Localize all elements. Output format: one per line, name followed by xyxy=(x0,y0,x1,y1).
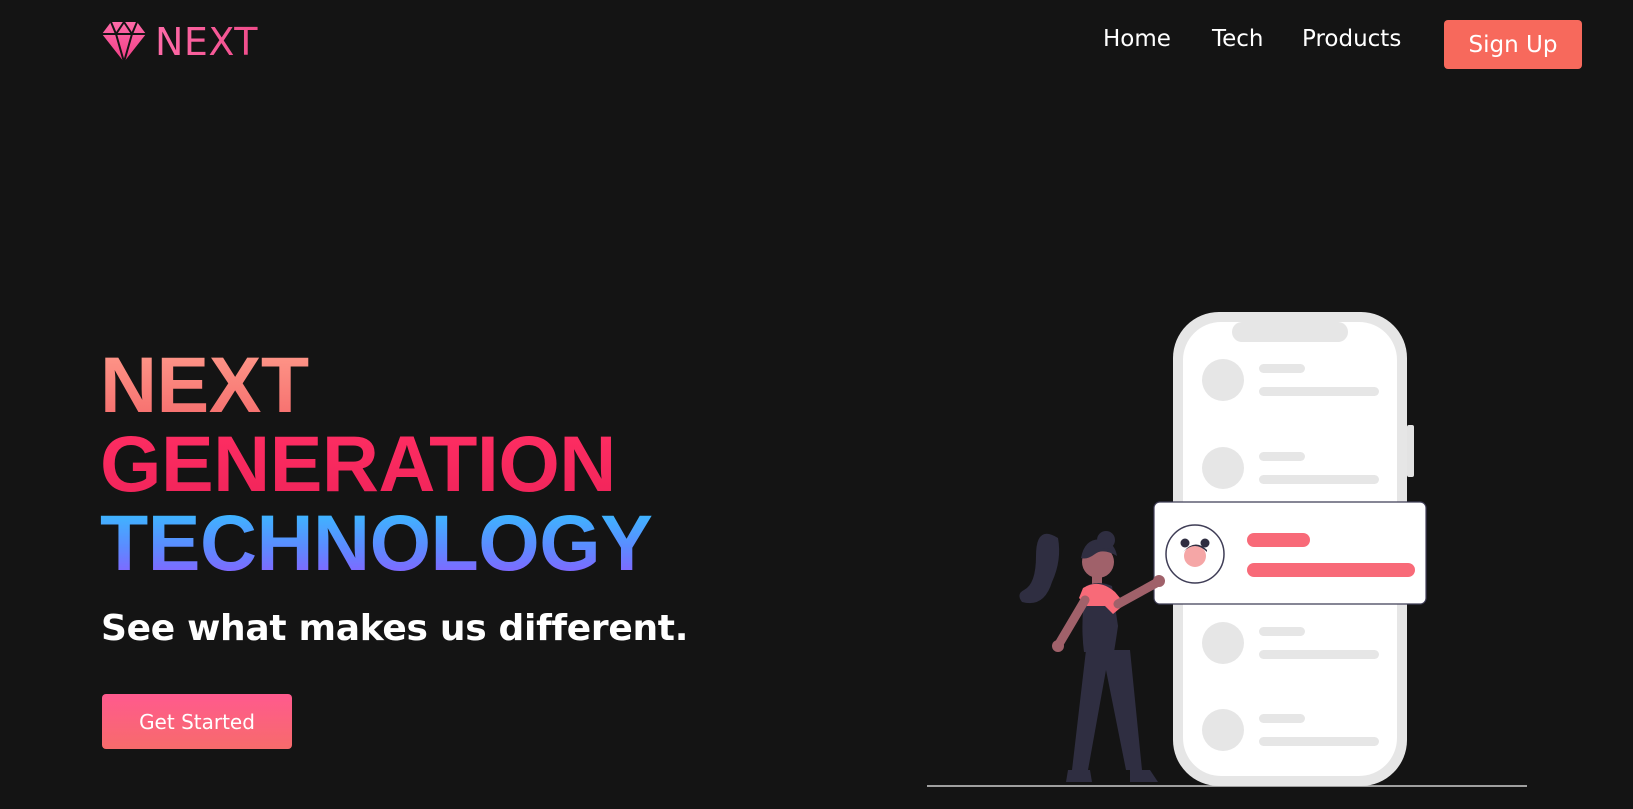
hero-subtitle: See what makes us different. xyxy=(101,608,689,649)
phone-notch xyxy=(1232,322,1348,342)
hero-title-line-2: GENERATION xyxy=(100,424,652,503)
brand-name: NEXT xyxy=(155,20,259,64)
highlighted-profile-card xyxy=(1153,501,1427,605)
get-started-button[interactable]: Get Started xyxy=(102,694,292,749)
nav-products-link[interactable]: Products xyxy=(1302,26,1401,52)
person-figure xyxy=(1019,531,1165,782)
hero-title: NEXT GENERATION TECHNOLOGY xyxy=(100,345,653,587)
diamond-icon xyxy=(102,20,146,64)
sign-up-button[interactable]: Sign Up xyxy=(1444,20,1582,69)
nav-tech-link[interactable]: Tech xyxy=(1212,26,1264,52)
landing-page: NEXT Home Tech Products Sign Up NEXT GEN… xyxy=(0,0,1633,809)
hero-title-line-1: NEXT xyxy=(100,345,652,424)
hero-title-line-3: TECHNOLOGY xyxy=(100,498,653,587)
hero-illustration xyxy=(927,312,1527,787)
navbar: NEXT Home Tech Products Sign Up xyxy=(0,0,1633,90)
phone-side-button xyxy=(1407,425,1414,477)
nav-home-link[interactable]: Home xyxy=(1103,26,1171,52)
brand-logo[interactable]: NEXT xyxy=(101,20,258,64)
